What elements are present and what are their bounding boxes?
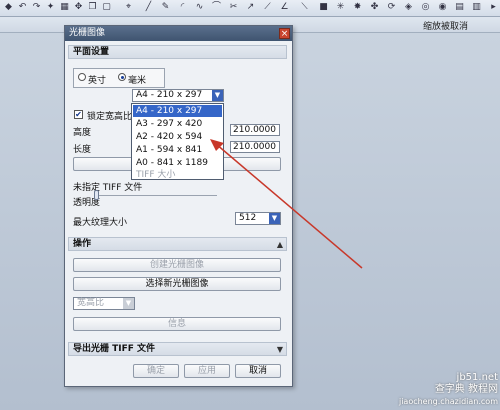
chevron-down-icon: ▼ (276, 345, 283, 354)
close-icon[interactable]: × (279, 28, 290, 39)
chevron-down-icon[interactable]: ▼ (123, 298, 134, 309)
cube-icon[interactable]: ■ (318, 2, 329, 13)
texture-icon[interactable]: ✤ (369, 2, 380, 13)
watermark-line3: jiaocheng.chazidian.com (398, 397, 498, 406)
layer-icon[interactable]: ▤ (454, 2, 465, 13)
lock-aspect-checkbox[interactable]: ✔ (74, 110, 83, 119)
main-toolbar: ◆ ↶ ↷ ✦ ▦ ✥ ❐ ▢ ⌖ ╱ ✎ ◜ ∿ ⌒ ✂ ↗ ⟋ ∠ ⟍ ■ … (0, 0, 500, 17)
dropdown-option[interactable]: A4 - 210 x 297 (133, 105, 222, 117)
inch-radio[interactable] (78, 73, 86, 81)
grid-icon[interactable]: ▦ (59, 2, 70, 13)
paper-size-select[interactable]: A4 - 210 x 297 ▼ (132, 89, 224, 102)
paper-size-value: A4 - 210 x 297 (136, 90, 203, 100)
snap-icon[interactable]: ✦ (45, 2, 56, 13)
move-icon[interactable]: ✥ (73, 2, 84, 13)
panel-icon[interactable]: ▥ (471, 2, 482, 13)
ruler-icon[interactable]: ⟍ (299, 2, 310, 13)
extend-icon[interactable]: ↗ (245, 2, 256, 13)
material-icon[interactable]: ◈ (403, 2, 414, 13)
mm-label: 毫米 (128, 76, 147, 86)
pen-icon[interactable]: ✎ (160, 2, 171, 13)
bend-icon[interactable]: ⌒ (211, 2, 222, 13)
chevron-down-icon[interactable]: ▼ (212, 90, 223, 101)
copy-icon[interactable]: ❐ (87, 2, 98, 13)
max-texture-value: 512 (239, 213, 257, 223)
plane-settings-header[interactable]: 平面设置 (68, 45, 287, 59)
ok-button[interactable]: 确定 (133, 364, 179, 378)
apply-button[interactable]: 应用 (184, 364, 230, 378)
light-icon[interactable]: ✸ (352, 2, 363, 13)
length-field[interactable]: 210.0000 (230, 141, 280, 153)
chevron-up-icon: ▲ (276, 240, 283, 249)
render-icon[interactable]: ✳ (335, 2, 346, 13)
paper-size-dropdown-list: A4 - 210 x 297 A3 - 297 x 420 A2 - 420 x… (131, 103, 224, 180)
transparency-slider-thumb[interactable] (94, 190, 99, 200)
watermark-line1: jb51.net (456, 372, 498, 383)
camera-icon[interactable]: ◎ (420, 2, 431, 13)
plane-settings-title: 平面设置 (73, 47, 110, 57)
create-raster-button[interactable]: 创建光栅图像 (73, 258, 281, 272)
dropdown-option[interactable]: A0 - 841 x 1189 (133, 157, 222, 169)
box-select-icon[interactable]: ▢ (101, 2, 112, 13)
watermark-line2: 查字典 教程网 (434, 384, 498, 395)
inch-label: 英寸 (88, 76, 107, 86)
export-tiff-title: 导出光栅 TIFF 文件 (73, 344, 156, 354)
node-icon[interactable]: ⌖ (123, 2, 134, 13)
transparency-slider-track[interactable] (97, 195, 217, 196)
max-texture-select[interactable]: 512 ▼ (235, 212, 281, 225)
line-icon[interactable]: ╱ (143, 2, 154, 13)
command-status: 缩放被取消 (422, 22, 468, 32)
dialog-title: 光栅图像 (65, 26, 292, 41)
knife-icon[interactable]: ⟋ (262, 2, 273, 13)
cancel-button[interactable]: 取消 (235, 364, 281, 378)
view-icon[interactable]: ◉ (437, 2, 448, 13)
export-tiff-header[interactable]: 导出光栅 TIFF 文件 ▼ (68, 342, 287, 356)
height-label: 高度 (73, 128, 92, 138)
trim-icon[interactable]: ✂ (228, 2, 239, 13)
arc-icon[interactable]: ◜ (177, 2, 188, 13)
length-label: 长度 (73, 145, 92, 155)
aspect-value: 宽高比 (77, 298, 105, 308)
raster-image-dialog: 光栅图像 × 平面设置 英寸 毫米 A4 - 210 x 297 ▼ ✔ 锁定宽… (64, 25, 293, 387)
select-icon[interactable]: ◆ (3, 2, 14, 13)
mm-radio[interactable] (118, 73, 126, 81)
height-field[interactable]: 210.0000 (230, 124, 280, 136)
redo-icon[interactable]: ↷ (31, 2, 42, 13)
dropdown-option[interactable]: TIFF 大小 (133, 169, 222, 181)
undo-icon[interactable]: ↶ (17, 2, 28, 13)
select-new-raster-button[interactable]: 选择新光栅图像 (73, 277, 281, 291)
dropdown-option[interactable]: A1 - 594 x 841 (133, 144, 222, 156)
rotate-icon[interactable]: ⟳ (386, 2, 397, 13)
curve-icon[interactable]: ∿ (194, 2, 205, 13)
more-icon[interactable]: ▸ (488, 2, 499, 13)
dropdown-option[interactable]: A2 - 420 x 594 (133, 131, 222, 143)
operations-header[interactable]: 操作 ▲ (68, 237, 287, 251)
operations-title: 操作 (73, 239, 92, 249)
aspect-select[interactable]: 宽高比 ▼ (73, 297, 135, 310)
chevron-down-icon[interactable]: ▼ (269, 213, 280, 224)
angle-icon[interactable]: ∠ (279, 2, 290, 13)
max-texture-label: 最大纹理大小 (73, 218, 128, 228)
watermark: jb51.net 查字典 教程网 jiaocheng.chazidian.com (358, 372, 498, 408)
info-button[interactable]: 信息 (73, 317, 281, 331)
tiff-status: 未指定 TIFF 文件 (73, 183, 143, 193)
lock-aspect-label: 锁定宽高比 (87, 112, 133, 122)
unit-radio-group: 英寸 毫米 (73, 68, 165, 88)
dropdown-option[interactable]: A3 - 297 x 420 (133, 118, 222, 130)
